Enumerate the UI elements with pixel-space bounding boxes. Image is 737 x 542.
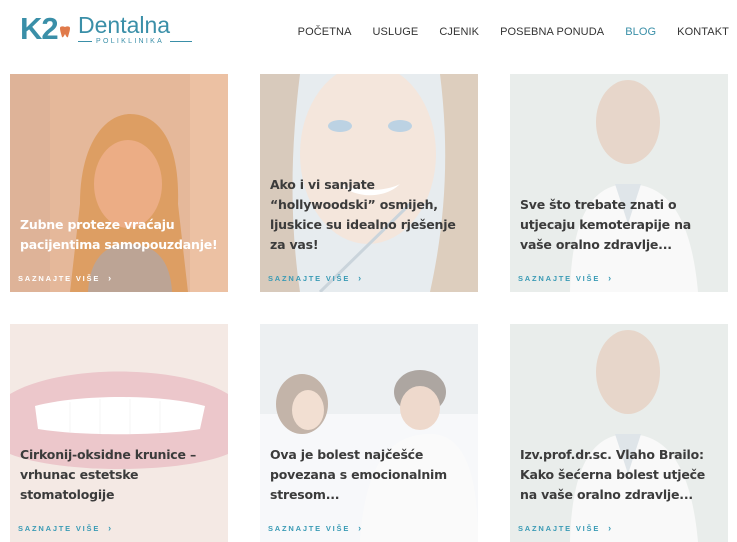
blog-card[interactable]: Ako i vi sanjate “hollywoodski” osmijeh,…: [260, 74, 478, 292]
tooth-icon: [60, 26, 70, 38]
read-more-label: SAZNAJTE VIŠE: [18, 524, 101, 533]
nav-item-kontakt[interactable]: KONTAKT: [677, 26, 729, 38]
chevron-right-icon: ›: [358, 273, 363, 283]
card-overlay: [260, 324, 478, 542]
read-more-link[interactable]: SAZNAJTE VIŠE ›: [268, 523, 363, 533]
post-title[interactable]: Zubne proteze vraćaju pacijentima samopo…: [20, 215, 222, 255]
logo-name: Dentalna: [78, 12, 171, 38]
logo-divider-left: [78, 41, 92, 42]
blog-card[interactable]: Sve što trebate znati o utjecaju kemoter…: [510, 74, 728, 292]
post-title[interactable]: Sve što trebate znati o utjecaju kemoter…: [520, 195, 722, 255]
chevron-right-icon: ›: [108, 273, 113, 283]
card-overlay: [10, 74, 228, 292]
post-title[interactable]: Cirkonij-oksidne krunice – vrhunac estet…: [20, 445, 222, 505]
site-header: K2 Dentalna POLIKLINIKA POČETNA USLUGE C…: [0, 0, 737, 66]
blog-card[interactable]: Zubne proteze vraćaju pacijentima samopo…: [10, 74, 228, 292]
read-more-link[interactable]: SAZNAJTE VIŠE ›: [18, 273, 113, 283]
chevron-right-icon: ›: [608, 523, 613, 533]
blog-card[interactable]: Izv.prof.dr.sc. Vlaho Brailo: Kako šećer…: [510, 324, 728, 542]
post-title[interactable]: Ako i vi sanjate “hollywoodski” osmijeh,…: [270, 175, 472, 255]
blog-card[interactable]: Ova je bolest najčešće povezana s emocio…: [260, 324, 478, 542]
chevron-right-icon: ›: [608, 273, 613, 283]
card-overlay: [510, 324, 728, 542]
post-title[interactable]: Ova je bolest najčešće povezana s emocio…: [270, 445, 472, 505]
site-logo[interactable]: K2 Dentalna POLIKLINIKA: [20, 11, 192, 47]
chevron-right-icon: ›: [358, 523, 363, 533]
read-more-label: SAZNAJTE VIŠE: [518, 274, 601, 283]
blog-card[interactable]: Cirkonij-oksidne krunice – vrhunac estet…: [10, 324, 228, 542]
read-more-label: SAZNAJTE VIŠE: [18, 274, 101, 283]
nav-item-pocetna[interactable]: POČETNA: [298, 26, 352, 38]
main-nav: POČETNA USLUGE CJENIK POSEBNA PONUDA BLO…: [277, 26, 729, 38]
read-more-label: SAZNAJTE VIŠE: [518, 524, 601, 533]
nav-item-cjenik[interactable]: CJENIK: [439, 26, 479, 38]
chevron-right-icon: ›: [108, 523, 113, 533]
logo-divider-right: [170, 41, 192, 42]
logo-k2: K2: [20, 11, 59, 46]
read-more-link[interactable]: SAZNAJTE VIŠE ›: [268, 273, 363, 283]
read-more-link[interactable]: SAZNAJTE VIŠE ›: [18, 523, 113, 533]
nav-item-posebna-ponuda[interactable]: POSEBNA PONUDA: [500, 26, 604, 38]
read-more-link[interactable]: SAZNAJTE VIŠE ›: [518, 273, 613, 283]
nav-item-usluge[interactable]: USLUGE: [373, 26, 419, 38]
card-overlay: [10, 324, 228, 542]
post-title[interactable]: Izv.prof.dr.sc. Vlaho Brailo: Kako šećer…: [520, 445, 722, 505]
read-more-label: SAZNAJTE VIŠE: [268, 524, 351, 533]
read-more-label: SAZNAJTE VIŠE: [268, 274, 351, 283]
card-overlay: [510, 74, 728, 292]
read-more-link[interactable]: SAZNAJTE VIŠE ›: [518, 523, 613, 533]
nav-item-blog[interactable]: BLOG: [625, 26, 656, 38]
logo-subtitle: POLIKLINIKA: [96, 38, 165, 45]
